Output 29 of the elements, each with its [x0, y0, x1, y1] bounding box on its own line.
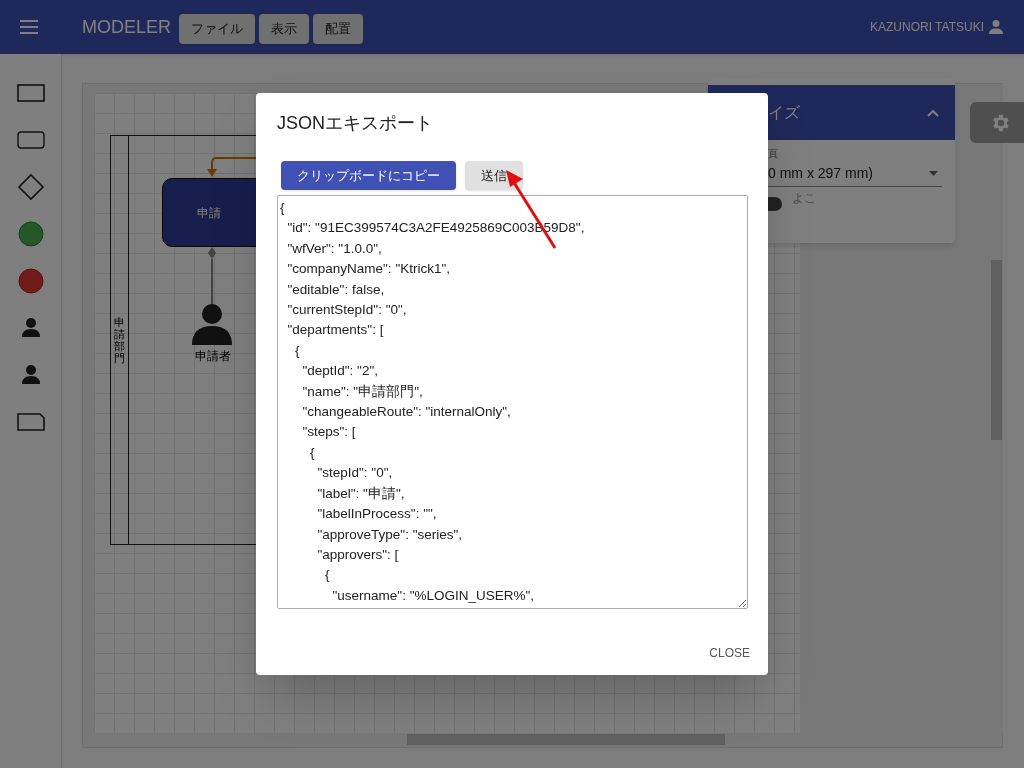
rectangle-tool-icon[interactable]: [16, 83, 45, 102]
diamond-tool-icon[interactable]: [16, 172, 45, 201]
document-tool-icon[interactable]: [16, 412, 45, 431]
field-label: 頁: [767, 147, 779, 161]
menu-button[interactable]: 表示: [259, 14, 309, 44]
send-button[interactable]: 送信: [465, 161, 523, 190]
menu-button[interactable]: 配置: [313, 14, 363, 44]
end-circle-tool-icon[interactable]: [17, 267, 44, 294]
chevron-up-icon[interactable]: [927, 108, 939, 117]
start-circle-tool-icon[interactable]: [17, 220, 44, 247]
rounded-rectangle-tool-icon[interactable]: [16, 130, 45, 149]
person-figure-icon: [191, 303, 233, 345]
dialog-title: JSONエキスポート: [277, 112, 434, 135]
association-line: [207, 247, 217, 305]
step-label: 申請: [197, 204, 221, 222]
actor-label: 申請者: [195, 348, 231, 365]
menu-button[interactable]: ファイル: [179, 14, 255, 44]
person-tool-icon[interactable]: [20, 316, 41, 339]
user-name: KAZUNORI TATSUKI: [870, 19, 984, 36]
person-icon[interactable]: [988, 19, 1004, 35]
copy-button[interactable]: クリップボードにコピー: [281, 161, 456, 190]
panel-title: イズ: [768, 102, 800, 123]
close-button[interactable]: CLOSE: [705, 643, 754, 663]
lane-label: 申請部門: [113, 315, 125, 365]
menu-icon[interactable]: [20, 20, 38, 34]
app-title: MODELER: [82, 15, 171, 39]
dropdown-caret-icon[interactable]: [929, 171, 938, 176]
settings-button[interactable]: [970, 102, 1024, 143]
person-tool-icon[interactable]: [20, 363, 41, 386]
